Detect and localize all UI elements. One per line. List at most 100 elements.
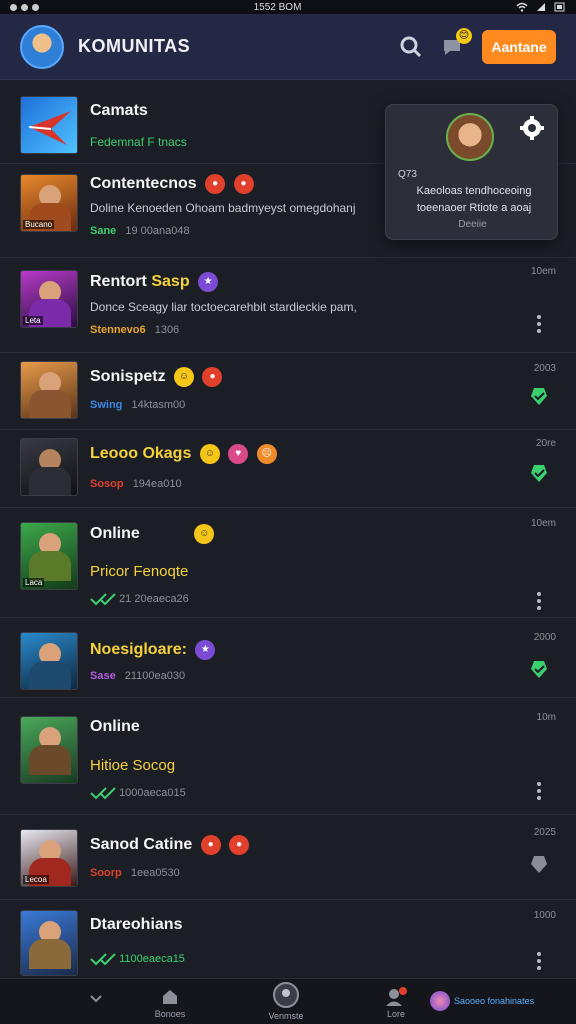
community-icon: [273, 982, 299, 1008]
game-thumbnail: [20, 438, 78, 496]
fire-emoji-icon: ●: [205, 174, 226, 194]
meta-value: 1306: [154, 324, 180, 336]
nav-item-community[interactable]: Venmste: [256, 981, 316, 1021]
list-item[interactable]: Sonispetz ☺ ● Swing 14ktasm00 2003: [0, 353, 576, 430]
search-icon[interactable]: [398, 34, 424, 60]
app-header: KOMUNITAS 😊 Aantane: [0, 14, 576, 80]
check-outline-icon: [90, 953, 116, 966]
row-meta: Sane 19 00ana048: [90, 225, 190, 237]
popup-footer: Deeiie: [458, 219, 487, 230]
tag-icon[interactable]: [528, 853, 550, 875]
fire-emoji-icon: ●: [229, 835, 250, 855]
row-title-highlight: Sasp: [151, 273, 190, 291]
popup-text: Kaeoloas tendhoceoing toeenaoer Rtiote a…: [416, 185, 532, 214]
check-icon[interactable]: [528, 385, 550, 407]
row-time: 2003: [533, 363, 556, 374]
meta-value: 1000aeca015: [119, 786, 186, 799]
row-meta: 21 20eaeca26: [90, 592, 189, 606]
row-subtitle: Pricor Fenoqte: [90, 563, 189, 580]
list-item[interactable]: Noesigloare: ★ Sase 21100ea030 2000: [0, 618, 576, 698]
row-title-text: Rentort: [90, 273, 147, 291]
row-subtitle: Hitioe Socog: [90, 757, 176, 774]
meta-tag: Sosop: [90, 478, 124, 490]
row-title: Online ☺: [90, 524, 215, 544]
smile-emoji-icon: ☺: [194, 524, 215, 544]
grin-emoji-icon: ☺: [199, 444, 220, 464]
heart-emoji-icon: ♥: [228, 444, 249, 464]
list-item[interactable]: Dtareohians 1100eaeca15 1000: [0, 900, 576, 978]
row-time: 10em: [530, 518, 556, 529]
row-title: Camats: [90, 102, 148, 119]
list-item[interactable]: Leooo Okags ☺ ♥ ☹ Sosop 194ea010 20re: [0, 430, 576, 508]
row-time: 1000: [533, 910, 556, 921]
check-icon[interactable]: [528, 658, 550, 680]
row-title: Contentecnos ● ●: [90, 174, 254, 194]
app-logo[interactable]: [20, 24, 64, 69]
more-options-icon[interactable]: [528, 313, 550, 335]
popup-avatar[interactable]: [446, 113, 494, 161]
row-desc: Fedemnaf F tnacs: [90, 135, 187, 149]
chevron-down-icon[interactable]: [88, 993, 104, 1005]
row-title-text: Contentecnos: [90, 175, 197, 193]
game-thumbnail: Lecoa: [20, 829, 78, 887]
badge-emoji-icon: ★: [198, 272, 219, 292]
nav-item-home[interactable]: Bonoes: [140, 987, 200, 1019]
add-button[interactable]: Aantane: [482, 29, 556, 64]
signal-icon: [537, 3, 545, 11]
chat-notification-button[interactable]: 😊: [440, 27, 472, 60]
thumb-tag: Laca: [23, 578, 45, 587]
angry-emoji-icon: ☹: [256, 444, 277, 464]
sword-icon: [28, 111, 71, 145]
home-icon: [163, 990, 177, 1004]
meta-value: 1100eaeca15: [119, 952, 185, 965]
meta-tag: Stennevo6: [90, 324, 146, 336]
gear-icon[interactable]: [519, 115, 545, 141]
row-meta: Soorp 1eea0530: [90, 867, 180, 879]
meta-value: 14ktasm00: [131, 399, 186, 411]
app-title: KOMUNITAS: [78, 36, 191, 56]
nav-label: Venmste: [268, 1011, 304, 1021]
meta-tag: Swing: [90, 399, 123, 411]
list-item[interactable]: Laca Online ☺ Pricor Fenoqte 21 20eaeca2…: [0, 508, 576, 618]
game-thumbnail: [20, 361, 78, 419]
list-item[interactable]: Leta Rentort Sasp ★ Donce Sceagy liar to…: [0, 258, 576, 353]
more-options-icon[interactable]: [528, 590, 550, 612]
more-options-icon[interactable]: [528, 780, 550, 802]
row-meta: Sase 21100ea030: [90, 670, 185, 682]
bottom-nav: Bonoes Venmste Lore Saooeo fonahinates: [0, 978, 576, 1024]
row-title-text: Noesigloare:: [90, 641, 187, 659]
thumb-tag: Lecoa: [23, 875, 49, 884]
user-icon: [386, 987, 407, 1006]
meta-value: 21100ea030: [124, 670, 186, 682]
row-time: 10em: [530, 266, 556, 277]
row-title: Sanod Catine ● ●: [90, 835, 250, 855]
list-item[interactable]: Online Hitioe Socog 1000aeca015 10m: [0, 698, 576, 815]
list-item[interactable]: Lecoa Sanod Catine ● ● Soorp 1eea0530 20…: [0, 815, 576, 900]
popup-code: Q73: [398, 169, 417, 180]
profile-popup[interactable]: Q73 Kaeoloas tendhoceoing toeenaoer Rtio…: [385, 104, 558, 240]
nav-item-profile[interactable]: Lore: [366, 987, 426, 1019]
meta-tag: Sane: [90, 225, 117, 237]
row-title: Noesigloare: ★: [90, 640, 216, 660]
row-desc: Doline Kenoeden Ohoam badmyeyst omegdoha…: [90, 201, 356, 215]
row-meta: Swing 14ktasm00: [90, 399, 185, 411]
wifi-icon: [516, 2, 528, 12]
row-title: Rentort Sasp ★: [90, 272, 219, 292]
more-options-icon[interactable]: [528, 950, 550, 972]
fire-emoji-icon: ●: [233, 174, 254, 194]
nav-profile-summary[interactable]: Saooeo fonahinates: [430, 991, 534, 1011]
row-time: 2025: [533, 827, 556, 838]
badge-emoji-icon: ★: [195, 640, 216, 660]
game-thumbnail: Laca: [20, 522, 78, 590]
thumb-tag: Bucano: [23, 220, 55, 229]
meta-value: 194ea010: [132, 478, 182, 490]
row-title-text: Sonispetz: [90, 368, 166, 386]
row-time: 20re: [535, 438, 556, 449]
nav-label: Lore: [386, 1009, 405, 1019]
game-thumbnail: [20, 96, 78, 154]
laugh-emoji-icon: ☺: [174, 367, 195, 387]
check-icon[interactable]: [528, 462, 550, 484]
game-thumbnail: [20, 910, 78, 976]
game-thumbnail: [20, 716, 78, 784]
notification-badge: 😊: [456, 27, 472, 44]
